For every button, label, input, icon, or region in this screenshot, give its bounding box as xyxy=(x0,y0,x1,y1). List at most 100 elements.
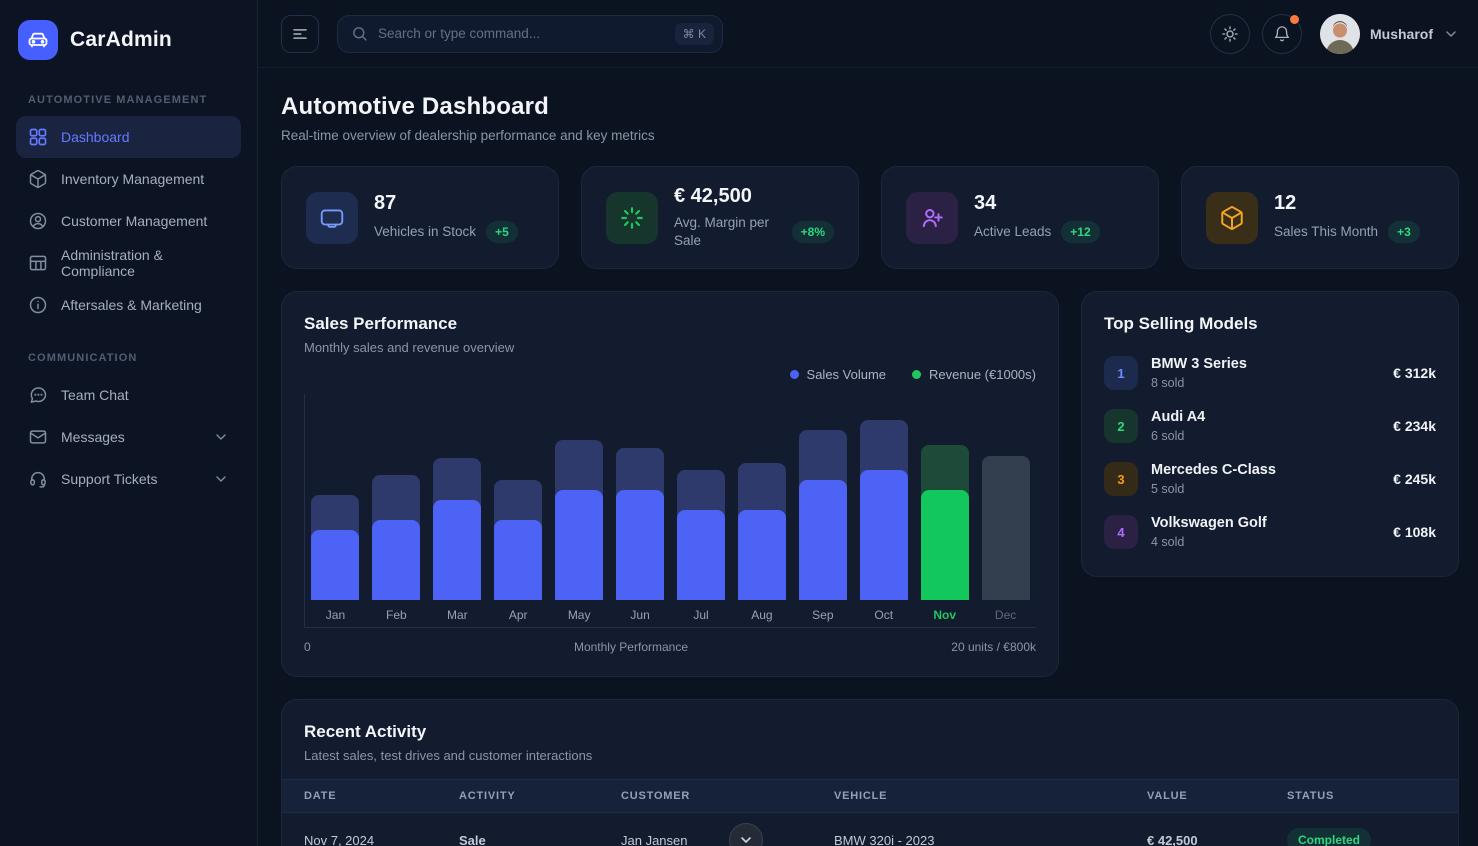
bar-group[interactable] xyxy=(494,400,542,600)
sidebar-item-aftersales[interactable]: Aftersales & Marketing xyxy=(16,284,241,326)
stat-card-vehicles-in-stock: 87 Vehicles in Stock +5 xyxy=(281,166,559,269)
hamburger-icon xyxy=(291,25,309,43)
stat-delta-badge: +12 xyxy=(1061,221,1099,243)
table-header-row: Date Activity Customer Vehicle Value Sta… xyxy=(282,780,1458,813)
bar-group[interactable] xyxy=(738,400,786,600)
bar-group[interactable] xyxy=(372,400,420,600)
bar-sales-volume xyxy=(738,510,786,600)
chart-month-oct: Oct xyxy=(853,400,914,627)
chart-subtitle: Monthly sales and revenue overview xyxy=(304,340,1036,355)
chart-legend: Sales Volume Revenue (€1000s) xyxy=(304,367,1036,382)
cell-value: € 42,500 xyxy=(1147,813,1287,846)
top-models-list: 1 BMW 3 Series 8 sold € 312k 2 Audi A4 6… xyxy=(1104,346,1436,558)
loader-icon xyxy=(606,192,658,244)
bar-group[interactable] xyxy=(311,400,359,600)
grid-icon xyxy=(28,127,48,147)
bar-sales-volume xyxy=(677,510,725,600)
bar-group[interactable] xyxy=(616,400,664,600)
search-icon xyxy=(351,25,368,42)
stats-grid: 87 Vehicles in Stock +5 xyxy=(281,166,1459,269)
top-models-title: Top Selling Models xyxy=(1104,314,1436,334)
x-axis-tick-label: Mar xyxy=(447,608,468,622)
user-plus-icon xyxy=(906,192,958,244)
sidebar-item-messages[interactable]: Messages xyxy=(16,416,241,458)
y-axis-max-label: 20 units / €800k xyxy=(951,640,1036,654)
column-header-vehicle: Vehicle xyxy=(834,780,1147,813)
sidebar-item-team-chat[interactable]: Team Chat xyxy=(16,374,241,416)
stat-value: 12 xyxy=(1274,192,1420,215)
chevron-down-icon xyxy=(213,471,229,487)
stat-label: Sales This Month xyxy=(1274,223,1378,241)
model-sold-count: 4 sold xyxy=(1151,535,1267,549)
chart-month-nov: Nov xyxy=(914,400,975,627)
bar-group[interactable] xyxy=(555,400,603,600)
legend-revenue[interactable]: Revenue (€1000s) xyxy=(912,367,1036,382)
sidebar-item-customers[interactable]: Customer Management xyxy=(16,200,241,242)
bar-group[interactable] xyxy=(921,400,969,600)
x-axis-tick-label: Jan xyxy=(326,608,345,622)
bar-placeholder xyxy=(982,456,1030,600)
model-sold-count: 8 sold xyxy=(1151,376,1247,390)
chart-month-jan: Jan xyxy=(305,400,366,627)
theme-toggle-button[interactable] xyxy=(1210,14,1250,54)
model-list-item[interactable]: 1 BMW 3 Series 8 sold € 312k xyxy=(1104,346,1436,399)
stat-delta-badge: +8% xyxy=(792,221,834,243)
bar-group[interactable] xyxy=(982,400,1030,600)
cell-date: Nov 7, 2024 xyxy=(282,813,459,846)
page-subtitle: Real-time overview of dealership perform… xyxy=(281,128,1459,143)
sidebar-toggle-button[interactable] xyxy=(281,15,319,53)
chart-title: Sales Performance xyxy=(304,314,1036,334)
model-sold-count: 6 sold xyxy=(1151,429,1205,443)
sidebar-item-label: Team Chat xyxy=(61,387,129,403)
package-icon xyxy=(1206,192,1258,244)
legend-sales-volume[interactable]: Sales Volume xyxy=(790,367,887,382)
notifications-button[interactable] xyxy=(1262,14,1302,54)
monitor-icon xyxy=(306,192,358,244)
sidebar-item-label: Aftersales & Marketing xyxy=(61,297,202,313)
stat-label: Avg. Margin per Sale xyxy=(674,214,782,249)
sidebar-item-support-tickets[interactable]: Support Tickets xyxy=(16,458,241,500)
column-header-status: Status xyxy=(1287,780,1458,813)
model-name: Mercedes C-Class xyxy=(1151,462,1276,478)
bar-group[interactable] xyxy=(433,400,481,600)
sidebar-item-label: Customer Management xyxy=(61,213,207,229)
legend-label: Revenue (€1000s) xyxy=(929,367,1036,382)
x-axis-tick-label: Nov xyxy=(933,608,956,622)
top-selling-models-card: Top Selling Models 1 BMW 3 Series 8 sold… xyxy=(1081,291,1459,577)
bar-group[interactable] xyxy=(799,400,847,600)
sales-performance-card: Sales Performance Monthly sales and reve… xyxy=(281,291,1059,677)
cell-activity: Sale xyxy=(459,813,621,846)
model-list-item[interactable]: 3 Mercedes C-Class 5 sold € 245k xyxy=(1104,452,1436,505)
bar-sales-volume xyxy=(372,520,420,600)
sidebar-item-label: Messages xyxy=(61,429,125,445)
chart-plot: JanFebMarAprMayJunJulAugSepOctNovDec xyxy=(304,394,1036,628)
sidebar-nav-automotive: Dashboard Inventory Management Customer … xyxy=(16,116,241,326)
bar-group[interactable] xyxy=(860,400,908,600)
stat-delta-badge: +5 xyxy=(486,221,518,243)
sidebar-item-dashboard[interactable]: Dashboard xyxy=(16,116,241,158)
table-row: Nov 7, 2024 Sale Jan Jansen BMW 320i - 2… xyxy=(282,813,1458,846)
bell-icon xyxy=(1273,25,1291,43)
sidebar-item-administration[interactable]: Administration & Compliance xyxy=(16,242,241,284)
search-shortcut-badge: ⌘ K xyxy=(675,23,714,45)
model-list-item[interactable]: 4 Volkswagen Golf 4 sold € 108k xyxy=(1104,505,1436,558)
model-name: Volkswagen Golf xyxy=(1151,515,1267,531)
chart-month-apr: Apr xyxy=(488,400,549,627)
model-value: € 245k xyxy=(1393,471,1436,487)
bar-group[interactable] xyxy=(677,400,725,600)
brand-logo[interactable]: CarAdmin xyxy=(16,14,241,68)
model-list-item[interactable]: 2 Audi A4 6 sold € 234k xyxy=(1104,399,1436,452)
activity-table: Date Activity Customer Vehicle Value Sta… xyxy=(282,779,1458,846)
model-name: Audi A4 xyxy=(1151,409,1205,425)
user-menu[interactable]: Musharof xyxy=(1320,14,1459,54)
sidebar-item-inventory[interactable]: Inventory Management xyxy=(16,158,241,200)
activity-title: Recent Activity xyxy=(304,722,1436,742)
info-circle-icon xyxy=(28,295,48,315)
stat-card-active-leads: 34 Active Leads +12 xyxy=(881,166,1159,269)
column-header-customer: Customer xyxy=(621,780,834,813)
bar-sales-volume xyxy=(433,500,481,600)
bar-sales-volume xyxy=(921,490,969,600)
model-value: € 108k xyxy=(1393,524,1436,540)
search-input[interactable]: Search or type command... ⌘ K xyxy=(337,15,723,53)
chart-month-dec: Dec xyxy=(975,400,1036,627)
